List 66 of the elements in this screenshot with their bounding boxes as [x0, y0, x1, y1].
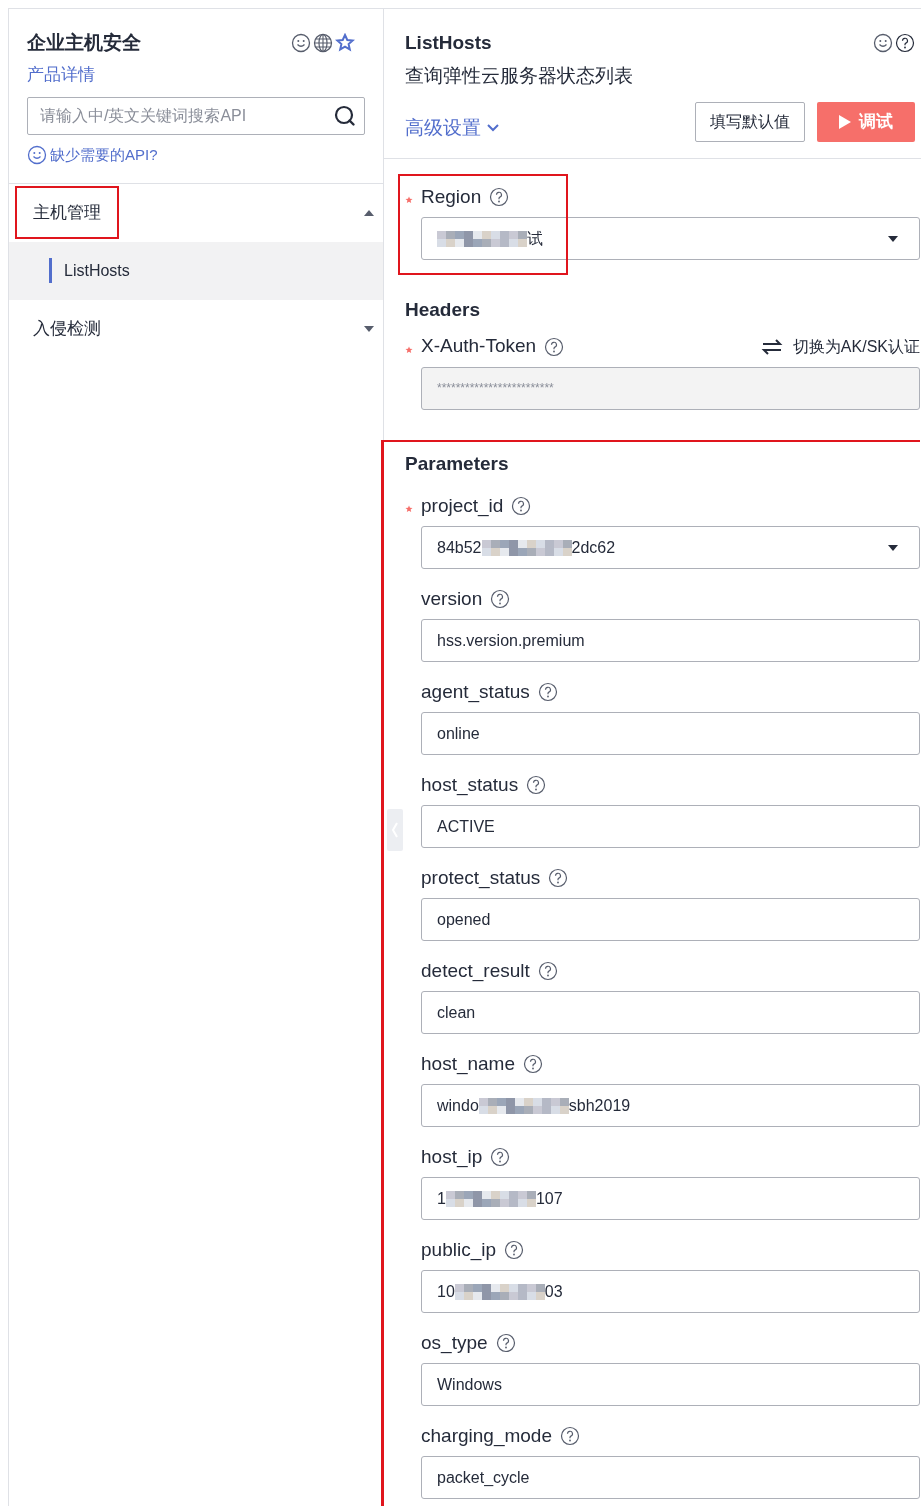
help-icon[interactable] [537, 682, 558, 702]
help-icon[interactable] [526, 775, 547, 795]
api-subtitle: 查询弹性云服务器状态列表 [405, 63, 634, 88]
sidebar-title: 企业主机安全 [27, 31, 141, 55]
fill-defaults-button[interactable]: 填写默认值 [695, 102, 805, 142]
input-field[interactable]: 1 107 [421, 1177, 920, 1220]
help-icon[interactable] [490, 1147, 511, 1167]
chevron-down-icon [487, 123, 499, 132]
help-icon[interactable] [495, 1333, 516, 1353]
search-field[interactable]: 请输入中/英文关键词搜索API [27, 97, 365, 135]
input-field[interactable]: packet_cycle [421, 1456, 920, 1499]
missing-api-link[interactable]: 缺少需要的API? [50, 144, 158, 167]
input-field[interactable]: clean [421, 991, 920, 1034]
field-label: charging_mode [421, 1423, 552, 1449]
help-icon[interactable] [523, 1054, 543, 1074]
help-icon[interactable] [490, 589, 511, 609]
play-icon [839, 115, 851, 129]
field-label: Region [421, 184, 482, 209]
help-icon[interactable] [511, 496, 532, 516]
field-label: X-Auth-Token [421, 334, 537, 359]
help-icon[interactable] [548, 868, 569, 888]
input-field[interactable]: opened [421, 898, 920, 941]
search-input[interactable]: 请输入中/英文关键词搜索API [40, 104, 334, 128]
select-field[interactable]: 试 [421, 217, 920, 260]
select-field[interactable]: 84b52 2dc62 [421, 526, 920, 569]
help-icon[interactable] [504, 1240, 524, 1260]
globe-icon[interactable] [313, 33, 333, 54]
help-icon[interactable] [544, 336, 565, 357]
field-label: os_type [421, 1330, 488, 1356]
input-field[interactable]: 10 03 [421, 1270, 920, 1313]
smiley-icon[interactable] [291, 33, 311, 54]
section-heading: Headers [404, 298, 481, 322]
help-icon[interactable] [537, 961, 558, 981]
field-label: project_id [421, 493, 504, 519]
menu-item[interactable]: ListHosts [9, 241, 383, 300]
field-label: host_status [421, 772, 519, 798]
input-field[interactable]: Windows [421, 1363, 920, 1406]
menu-group[interactable]: 入侵检测 [9, 299, 383, 358]
field-label: host_ip [421, 1144, 483, 1170]
field-label: public_ip [421, 1237, 496, 1263]
caret-down-icon [887, 543, 899, 552]
advanced-settings-link[interactable]: 高级设置 [405, 113, 499, 142]
help-icon[interactable] [489, 187, 510, 207]
caret-down-icon [887, 234, 899, 243]
smiley-icon[interactable] [873, 33, 893, 54]
input-field[interactable]: ACTIVE [421, 805, 920, 848]
smiley-icon [27, 145, 47, 166]
help-icon[interactable] [895, 33, 915, 54]
field-label: detect_result [421, 958, 530, 984]
search-icon[interactable] [334, 105, 356, 127]
input-field[interactable]: windo sbh2019 [421, 1084, 920, 1127]
field-label: version [421, 586, 483, 611]
menu-group-label: 主机管理 [17, 187, 117, 238]
product-details-link[interactable]: 产品详情 [27, 61, 365, 87]
input-field[interactable]: hss.version.premium [421, 619, 920, 662]
field-label: protect_status [421, 865, 541, 891]
section-heading: Parameters [404, 451, 510, 476]
api-title: ListHosts [405, 31, 492, 55]
swap-icon [760, 338, 783, 355]
field-label: host_name [421, 1051, 515, 1077]
menu-group[interactable]: 主机管理 [9, 183, 383, 242]
input-field[interactable]: online [421, 712, 920, 755]
star-icon[interactable] [335, 33, 355, 54]
menu-group-label: 入侵检测 [32, 317, 102, 340]
field-label: agent_status [421, 679, 530, 705]
help-icon[interactable] [560, 1426, 580, 1446]
